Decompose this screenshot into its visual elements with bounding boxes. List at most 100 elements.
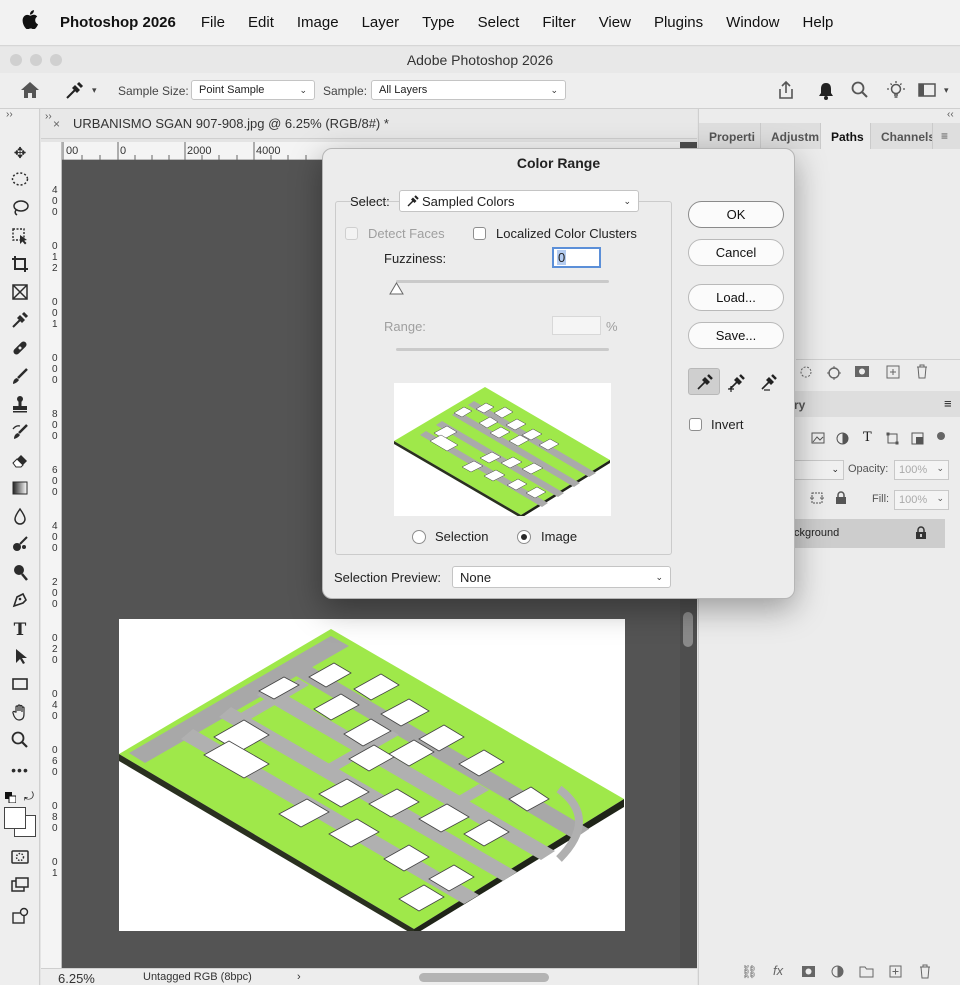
menu-app[interactable]: Photoshop 2026 xyxy=(60,14,176,31)
scrollbar-thumb[interactable] xyxy=(683,612,693,647)
menu-plugins[interactable]: Plugins xyxy=(654,14,703,31)
menu-help[interactable]: Help xyxy=(803,14,834,31)
horizontal-scroll-thumb[interactable] xyxy=(419,973,549,982)
apple-menu-icon[interactable] xyxy=(22,10,38,35)
type-filter-icon[interactable]: T xyxy=(863,430,872,445)
group-folder-icon[interactable] xyxy=(859,965,874,981)
tab-properties[interactable]: Properti xyxy=(699,123,761,149)
layer-row-background[interactable]: ckground xyxy=(794,519,945,548)
selection-preview-radio[interactable] xyxy=(412,530,426,544)
lock-pixels-icon[interactable] xyxy=(810,491,824,508)
brush-tool-icon[interactable] xyxy=(8,367,32,389)
menu-image[interactable]: Image xyxy=(297,14,339,31)
gradient-tool-icon[interactable] xyxy=(8,479,32,501)
menu-filter[interactable]: Filter xyxy=(542,14,575,31)
sample-select[interactable]: All Layers ⌄ xyxy=(371,80,566,100)
default-colors-icon[interactable] xyxy=(5,791,17,804)
add-mask-icon[interactable] xyxy=(854,365,870,382)
smart-object-filter-icon[interactable] xyxy=(911,432,924,448)
panel-menu-icon[interactable]: ≡ xyxy=(944,396,952,411)
search-icon[interactable] xyxy=(851,81,869,102)
object-selection-tool-icon[interactable] xyxy=(8,227,32,249)
stamp-tool-icon[interactable] xyxy=(8,395,32,417)
tab-channels[interactable]: Channels xyxy=(871,123,933,149)
fuzziness-slider-track[interactable] xyxy=(396,280,609,283)
path-to-selection-icon[interactable] xyxy=(826,365,842,384)
minimize-window-button[interactable] xyxy=(30,54,42,66)
chevron-down-icon[interactable]: ▾ xyxy=(944,85,949,96)
dodge-tool-icon[interactable] xyxy=(8,535,32,557)
eraser-tool-icon[interactable] xyxy=(8,451,32,473)
detect-faces-checkbox[interactable] xyxy=(345,227,358,240)
cancel-button[interactable]: Cancel xyxy=(688,239,784,266)
swap-colors-icon[interactable]: ⤾ xyxy=(24,789,34,804)
menu-layer[interactable]: Layer xyxy=(362,14,400,31)
new-path-icon[interactable] xyxy=(886,365,900,382)
zoom-window-button[interactable] xyxy=(50,54,62,66)
burn-tool-icon[interactable] xyxy=(8,563,32,585)
add-layer-mask-icon[interactable] xyxy=(801,965,816,981)
image-preview-radio[interactable] xyxy=(517,530,531,544)
workspace-icon[interactable] xyxy=(918,82,936,101)
rectangle-tool-icon[interactable] xyxy=(8,675,32,697)
menu-file[interactable]: File xyxy=(201,14,225,31)
edit-toolbar-icon[interactable] xyxy=(8,907,32,929)
fill-field[interactable]: 100% ⌄ xyxy=(894,490,949,510)
sample-size-select[interactable]: Point Sample ⌄ xyxy=(191,80,315,100)
filter-toggle-icon[interactable] xyxy=(937,432,945,440)
menu-edit[interactable]: Edit xyxy=(248,14,274,31)
hand-tool-icon[interactable] xyxy=(8,703,32,725)
save-button[interactable]: Save... xyxy=(688,322,784,349)
eyedropper-sample-button[interactable] xyxy=(688,368,720,395)
history-brush-tool-icon[interactable] xyxy=(8,423,32,445)
delete-path-icon[interactable] xyxy=(915,364,929,382)
adjustment-layer-icon[interactable] xyxy=(831,965,844,981)
tab-history[interactable]: ry xyxy=(794,398,805,412)
ok-button[interactable]: OK xyxy=(688,201,784,228)
new-layer-icon[interactable] xyxy=(889,965,902,981)
crop-tool-icon[interactable] xyxy=(8,255,32,277)
eyedropper-subtract-button[interactable] xyxy=(756,368,784,395)
menu-type[interactable]: Type xyxy=(422,14,455,31)
tab-paths[interactable]: Paths xyxy=(821,123,871,149)
pen-tool-icon[interactable] xyxy=(8,591,32,613)
quick-mask-icon[interactable] xyxy=(8,849,32,871)
more-tools-icon[interactable]: ••• xyxy=(8,759,32,781)
frame-tool-icon[interactable] xyxy=(8,283,32,305)
selection-to-path-icon[interactable] xyxy=(799,365,813,382)
lasso-tool-icon[interactable] xyxy=(8,199,32,221)
menu-select[interactable]: Select xyxy=(478,14,520,31)
panel-menu-icon[interactable]: ≡ xyxy=(933,123,948,149)
load-button[interactable]: Load... xyxy=(688,284,784,311)
marquee-tool-icon[interactable] xyxy=(8,171,32,193)
adjustment-filter-icon[interactable] xyxy=(836,432,849,448)
menu-window[interactable]: Window xyxy=(726,14,779,31)
background-color-swatch[interactable] xyxy=(4,807,26,829)
opacity-field[interactable]: 100% ⌄ xyxy=(894,460,949,480)
lock-all-icon[interactable] xyxy=(835,491,847,508)
status-menu-icon[interactable]: › xyxy=(297,971,301,983)
menu-view[interactable]: View xyxy=(599,14,631,31)
blend-mode-select[interactable]: ⌄ xyxy=(794,460,844,480)
type-tool-icon[interactable]: T xyxy=(8,619,32,641)
close-window-button[interactable] xyxy=(10,54,22,66)
collapse-panel-icon[interactable]: ›› xyxy=(45,111,52,122)
eyedropper-tool-icon[interactable] xyxy=(8,311,32,333)
eyedropper-add-button[interactable] xyxy=(724,368,752,395)
home-icon[interactable] xyxy=(20,81,40,102)
fx-icon[interactable]: fx xyxy=(773,963,783,978)
collapse-panels-icon[interactable]: ‹‹ xyxy=(947,109,954,120)
delete-layer-icon[interactable] xyxy=(918,964,932,982)
move-tool-icon[interactable]: ✥ xyxy=(8,143,32,165)
shape-filter-icon[interactable] xyxy=(886,432,899,448)
screen-mode-icon[interactable] xyxy=(8,877,32,899)
invert-checkbox[interactable] xyxy=(689,418,702,431)
bell-icon[interactable] xyxy=(817,81,835,104)
close-document-icon[interactable]: × xyxy=(53,117,60,131)
image-filter-icon[interactable] xyxy=(811,432,825,447)
zoom-tool-icon[interactable] xyxy=(8,731,32,753)
eyedropper-tool-preset-icon[interactable] xyxy=(64,81,84,104)
localized-color-clusters-checkbox[interactable] xyxy=(473,227,486,240)
healing-brush-tool-icon[interactable] xyxy=(8,339,32,361)
share-icon[interactable] xyxy=(777,80,795,103)
